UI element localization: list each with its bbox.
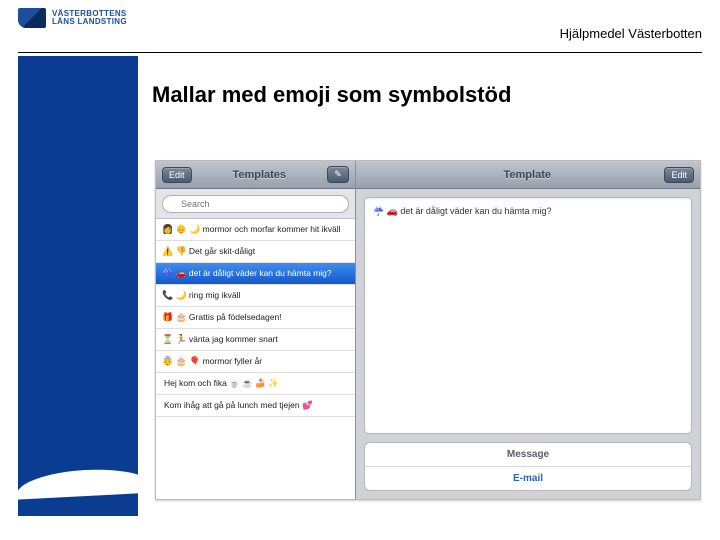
templates-pane: Edit Templates ✎ 👩 👴 🌙mormor och morfar … [156, 161, 356, 499]
list-item[interactable]: Kom ihåg att gå på lunch med tjejen 💕 [156, 395, 355, 417]
logo-text: VÄSTERBOTTENS LÄNS LANDSTING [52, 10, 127, 26]
list-item[interactable]: 📞 🌙ring mig ikväll [156, 285, 355, 307]
slide-sidebar [18, 56, 138, 516]
list-item[interactable]: 👵 🎂 🎈mormor fyller år [156, 351, 355, 373]
template-preview: ☔ 🚗 det är dåligt väder kan du hämta mig… [364, 197, 692, 434]
page-title: Mallar med emoji som symbolstöd [152, 82, 511, 108]
list-item[interactable]: 👩 👴 🌙mormor och morfar kommer hit ikväll [156, 219, 355, 241]
template-detail-pane: Template Edit ☔ 🚗 det är dåligt väder ka… [356, 161, 700, 499]
templates-toolbar: Edit Templates ✎ [156, 161, 355, 189]
item-emoji: 🎁 🎂 [162, 312, 187, 322]
logo-mark [18, 8, 46, 28]
template-toolbar: Template Edit [356, 161, 700, 189]
logo-block: VÄSTERBOTTENS LÄNS LANDSTING [18, 8, 127, 28]
item-text: Kom ihåg att gå på lunch med tjejen 💕 [164, 400, 313, 410]
action-buttons: Message E-mail [364, 442, 692, 491]
compose-button[interactable]: ✎ [327, 166, 349, 183]
edit-template-button[interactable]: Edit [664, 167, 694, 183]
item-emoji: ☔ 🚗 [162, 268, 187, 278]
list-item[interactable]: ⚠️ 👎Det går skit-dåligt [156, 241, 355, 263]
item-emoji: ⚠️ 👎 [162, 246, 187, 256]
slide-header: VÄSTERBOTTENS LÄNS LANDSTING Hjälpmedel … [0, 0, 720, 54]
search-wrap [156, 189, 355, 219]
list-item[interactable]: Hej kom och fika 🍵 ☕ 🍰 ✨ [156, 373, 355, 395]
item-text: mormor och morfar kommer hit ikväll [203, 224, 341, 234]
message-button[interactable]: Message [365, 443, 691, 467]
email-button[interactable]: E-mail [365, 467, 691, 490]
search-input[interactable] [162, 195, 349, 213]
item-text: Det går skit-dåligt [189, 246, 255, 256]
item-emoji: 📞 🌙 [162, 290, 187, 300]
template-title: Template [390, 169, 664, 181]
item-emoji: ⏳ 🏃 [162, 334, 187, 344]
list-item[interactable]: ☔ 🚗det är dåligt väder kan du hämta mig? [156, 263, 355, 285]
templates-title: Templates [192, 169, 327, 181]
list-item[interactable]: ⏳ 🏃vänta jag kommer snart [156, 329, 355, 351]
item-emoji: 👵 🎂 🎈 [162, 356, 201, 366]
templates-list: 👩 👴 🌙mormor och morfar kommer hit ikväll… [156, 219, 355, 499]
app-window: Edit Templates ✎ 👩 👴 🌙mormor och morfar … [155, 160, 701, 500]
header-rule [18, 52, 702, 54]
list-item[interactable]: 🎁 🎂Grattis på födelsedagen! [156, 307, 355, 329]
item-text: ring mig ikväll [189, 290, 241, 300]
item-text: vänta jag kommer snart [189, 334, 278, 344]
item-text: det är dåligt väder kan du hämta mig? [189, 268, 332, 278]
item-emoji: 👩 👴 🌙 [162, 224, 201, 234]
org-line-2: LÄNS LANDSTING [52, 18, 127, 26]
edit-button[interactable]: Edit [162, 167, 192, 183]
header-right-text: Hjälpmedel Västerbotten [560, 8, 702, 41]
item-text: Hej kom och fika 🍵 ☕ 🍰 ✨ [164, 378, 279, 388]
item-text: Grattis på födelsedagen! [189, 312, 282, 322]
item-text: mormor fyller år [203, 356, 263, 366]
